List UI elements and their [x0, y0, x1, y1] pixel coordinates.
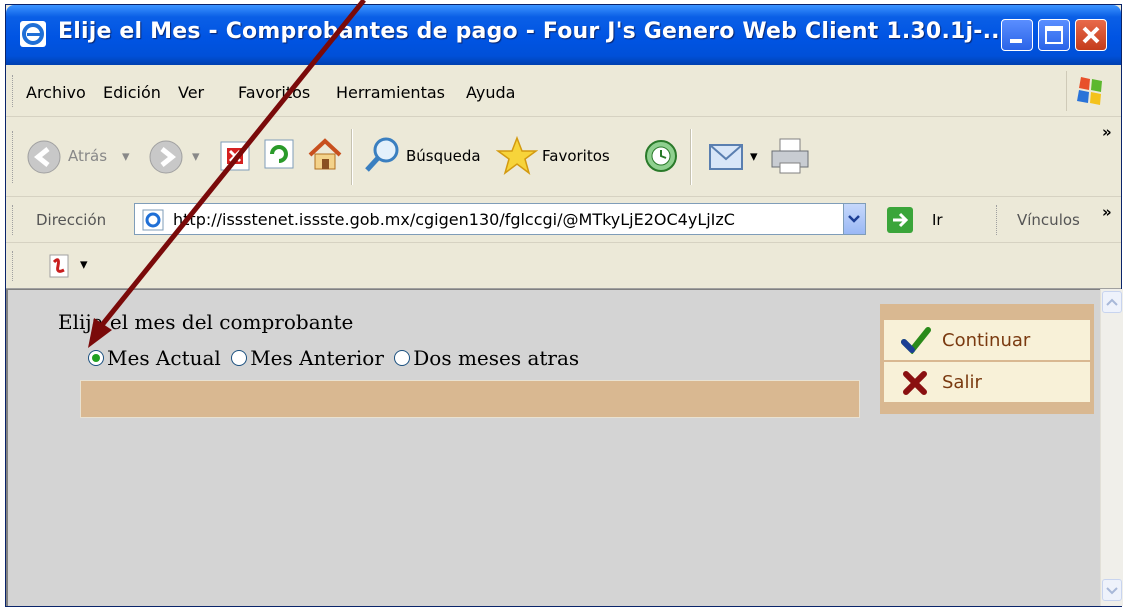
address-url[interactable]: http://issstenet.issste.gob.mx/cgigen130… — [173, 210, 843, 229]
chevron-down-icon — [1106, 587, 1118, 595]
action-panel: Continuar Salir — [880, 304, 1094, 414]
pdf-dropdown-icon[interactable]: ▾ — [80, 255, 88, 273]
pdf-toolbar: ▾ — [6, 243, 1121, 289]
history-icon[interactable] — [642, 137, 680, 175]
links-label[interactable]: Vínculos — [1017, 211, 1080, 229]
menu-archivo[interactable]: Archivo — [26, 83, 86, 102]
continue-label[interactable]: Continuar — [942, 330, 1030, 351]
toolbar-grip[interactable] — [12, 251, 16, 281]
search-label[interactable]: Búsqueda — [406, 147, 481, 165]
address-input[interactable]: http://issstenet.issste.gob.mx/cgigen130… — [134, 203, 866, 235]
maximize-icon — [1045, 26, 1063, 44]
vertical-scrollbar[interactable] — [1100, 289, 1123, 606]
back-label[interactable]: Atrás — [68, 147, 107, 165]
radio-mes-actual[interactable] — [88, 350, 104, 366]
continue-button[interactable]: Continuar — [884, 320, 1090, 360]
menu-bar: Archivo Edición Ver Favoritos Herramient… — [6, 65, 1121, 117]
maximize-button[interactable] — [1038, 19, 1070, 51]
links-overflow-chevron[interactable]: » — [1102, 203, 1112, 221]
chevron-down-icon — [848, 215, 860, 223]
windows-flag-icon — [1077, 77, 1102, 105]
radio-label-mes-actual[interactable]: Mes Actual — [107, 346, 221, 370]
status-bar-panel — [80, 380, 860, 418]
checkmark-icon — [901, 327, 931, 354]
exit-label[interactable]: Salir — [942, 372, 982, 393]
radio-label-mes-anterior[interactable]: Mes Anterior — [250, 346, 384, 370]
toolbar-separator — [351, 129, 353, 185]
title-bar[interactable]: Elije el Mes - Comprobantes de pago - Fo… — [6, 5, 1121, 65]
close-x-icon — [903, 371, 927, 395]
back-arrow-icon[interactable] — [26, 139, 62, 175]
close-button[interactable] — [1075, 19, 1107, 51]
toolbar-overflow-chevron[interactable]: » — [1102, 123, 1112, 141]
menu-edicion[interactable]: Edición — [103, 83, 161, 102]
pdf-icon[interactable] — [46, 252, 76, 280]
forward-dropdown-icon[interactable]: ▾ — [192, 147, 200, 165]
scroll-up-button[interactable] — [1102, 291, 1122, 313]
windows-logo — [1066, 71, 1116, 111]
favorites-label[interactable]: Favoritos — [542, 147, 610, 165]
window-title: Elije el Mes - Comprobantes de pago - Fo… — [58, 19, 1009, 44]
home-icon[interactable] — [306, 135, 344, 173]
page-icon — [142, 209, 164, 231]
page-content: Elija el mes del comprobante Mes Actual … — [6, 289, 1100, 606]
radio-dos-meses-atras[interactable] — [394, 350, 411, 366]
mail-dropdown-icon[interactable]: ▾ — [750, 147, 758, 165]
radio-label-dos-meses-atras[interactable]: Dos meses atras — [413, 346, 579, 370]
back-dropdown-icon[interactable]: ▾ — [122, 147, 130, 165]
menu-herramientas[interactable]: Herramientas — [336, 83, 445, 102]
menu-ver[interactable]: Ver — [178, 83, 204, 102]
exit-button[interactable]: Salir — [884, 362, 1090, 402]
browser-window: Elije el Mes - Comprobantes de pago - Fo… — [5, 4, 1123, 607]
minimize-icon — [1010, 39, 1022, 43]
toolbar-grip[interactable] — [12, 205, 16, 235]
print-icon[interactable] — [768, 135, 812, 177]
address-dropdown-button[interactable] — [843, 204, 865, 234]
refresh-icon[interactable] — [262, 137, 296, 171]
internet-explorer-icon — [20, 21, 46, 47]
mail-icon[interactable] — [706, 137, 748, 175]
scroll-down-button[interactable] — [1102, 579, 1122, 601]
address-bar: Dirección http://issstenet.issste.gob.mx… — [6, 197, 1121, 243]
month-radio-group: Mes Actual Mes Anterior Dos meses atras — [88, 346, 583, 370]
toolbar-grip[interactable] — [12, 131, 16, 183]
go-arrow-icon[interactable] — [886, 206, 914, 234]
minimize-button[interactable] — [1001, 19, 1033, 51]
month-prompt-label: Elija el mes del comprobante — [58, 310, 354, 334]
menu-favoritos[interactable]: Favoritos — [238, 83, 310, 102]
close-icon — [1082, 26, 1100, 44]
address-label: Dirección — [36, 211, 107, 229]
toolbar-grip[interactable] — [12, 75, 16, 107]
search-icon[interactable] — [362, 135, 402, 175]
menu-ayuda[interactable]: Ayuda — [466, 83, 515, 102]
toolbar-grip[interactable] — [996, 205, 1000, 235]
stop-icon[interactable] — [218, 139, 252, 173]
radio-mes-anterior[interactable] — [231, 350, 248, 366]
favorites-star-icon[interactable] — [496, 135, 538, 175]
chevron-up-icon — [1106, 298, 1118, 306]
forward-arrow-icon[interactable] — [148, 139, 184, 175]
standard-toolbar: Atrás ▾ ▾ Búsqueda Favoritos ▾ » — [6, 117, 1121, 197]
go-button[interactable]: Ir — [932, 211, 943, 229]
toolbar-separator — [690, 129, 692, 185]
